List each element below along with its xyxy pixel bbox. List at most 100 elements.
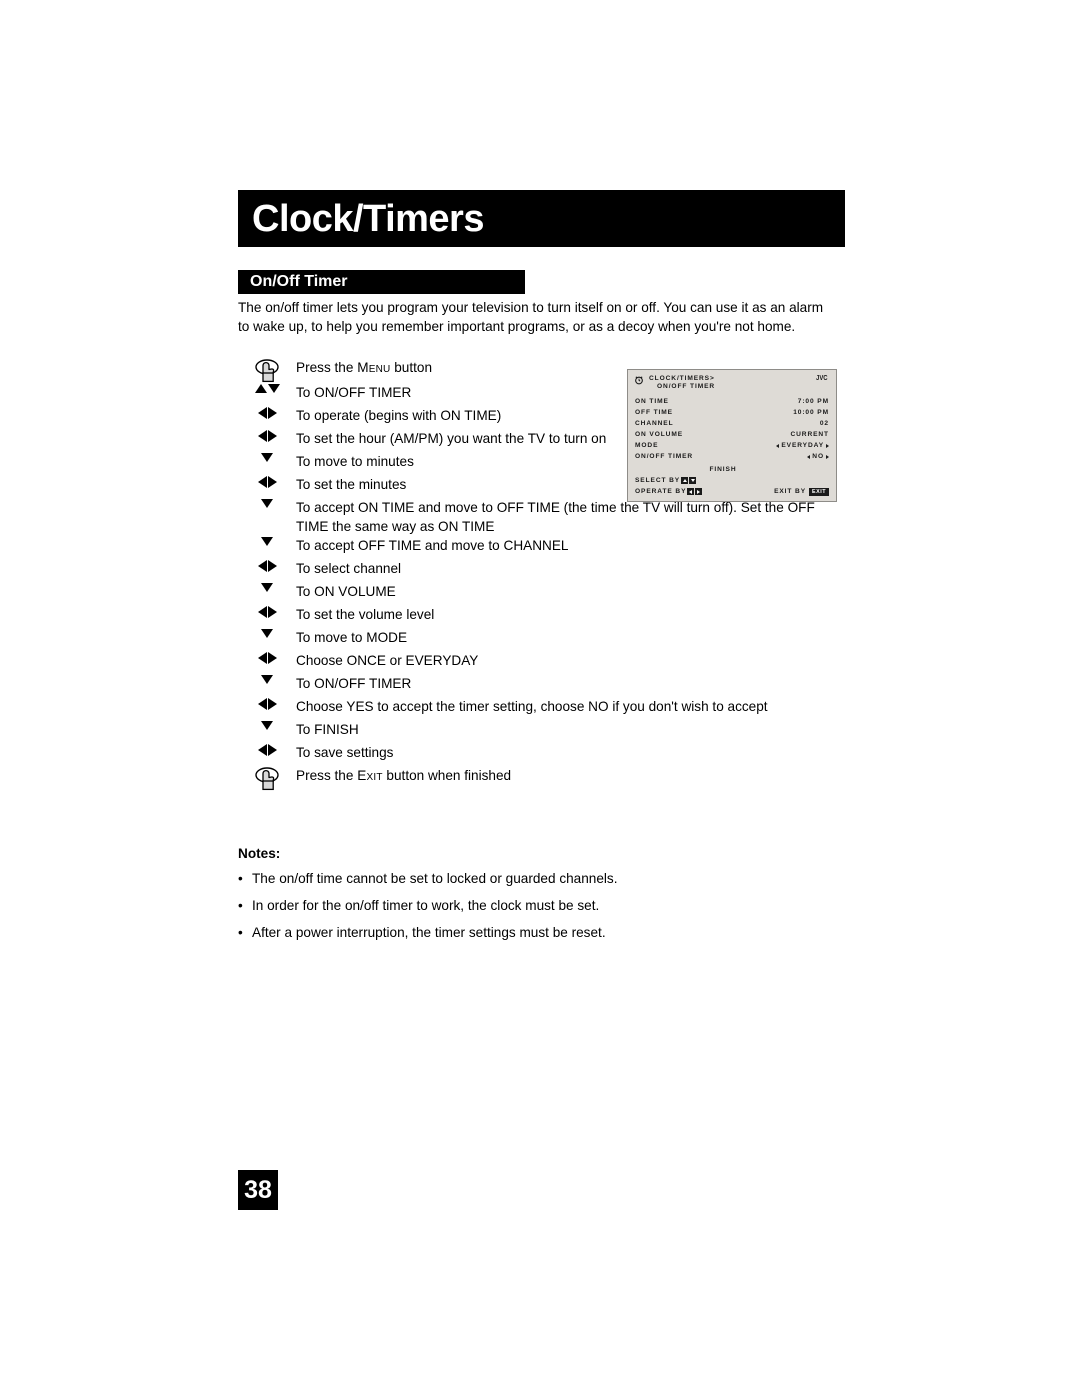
osd-row-value: 7:00 PM xyxy=(797,398,829,405)
note-text: After a power interruption, the timer se… xyxy=(252,925,606,940)
step-text: Press the Menu button xyxy=(296,360,433,375)
osd-row-label: ON VOLUME xyxy=(635,431,684,438)
step-item: Press the Exit button when finished xyxy=(238,766,838,791)
left-right-arrows-icon xyxy=(238,651,296,665)
exit-button-badge: EXIT xyxy=(809,487,829,496)
step-text: To move to minutes xyxy=(296,454,414,469)
step-text: To select channel xyxy=(296,561,402,577)
down-arrow-icon xyxy=(238,536,296,547)
osd-row-off-time[interactable]: OFF TIME 10:00 PM xyxy=(635,407,829,418)
down-arrow-icon xyxy=(238,582,296,593)
osd-row-on-off-timer[interactable]: ON/OFF TIMER NO xyxy=(635,451,829,462)
osd-row-value: 02 xyxy=(819,420,829,427)
section-header-bar: On/Off Timer xyxy=(238,270,525,294)
note-text: In order for the on/off timer to work, t… xyxy=(252,898,600,913)
down-arrow-icon xyxy=(238,452,296,462)
down-button-icon xyxy=(689,477,697,484)
step-text: To save settings xyxy=(296,745,394,761)
step-text: To ON/OFF TIMER xyxy=(296,676,412,692)
step-text: To set the volume level xyxy=(296,607,435,623)
bullet-icon: • xyxy=(238,871,243,886)
osd-operate-label: OPERATE BY xyxy=(635,488,687,495)
tv-osd-screenshot: CLOCK/TIMERS> ON/OFF TIMER JVC ON TIME 7… xyxy=(627,369,837,502)
down-arrow-icon xyxy=(238,720,296,731)
step-text: To set the hour (AM/PM) you want the TV … xyxy=(296,431,607,446)
step-text: To FINISH xyxy=(296,722,359,738)
right-arrow-icon xyxy=(826,454,829,459)
hand-press-icon xyxy=(238,766,296,791)
manual-page: Clock/Timers On/Off Timer The on/off tim… xyxy=(0,0,1080,1397)
chapter-title-banner: Clock/Timers xyxy=(238,190,845,247)
step-item: To ON VOLUME xyxy=(238,582,838,605)
left-right-arrows-icon xyxy=(238,743,296,757)
step-item: To move to MODE xyxy=(238,628,838,651)
step-item: To accept ON TIME and move to OFF TIME (… xyxy=(238,498,838,536)
step-item: Choose ONCE or EVERYDAY xyxy=(238,651,838,674)
step-item: To save settings xyxy=(238,743,838,766)
osd-row-label: OFF TIME xyxy=(635,409,673,416)
step-text: Press the Exit button when finished xyxy=(296,768,512,784)
osd-row-label: ON TIME xyxy=(635,398,669,405)
note-list-item: • The on/off time cannot be set to locke… xyxy=(238,870,838,888)
osd-footer: SELECT BY OPERATE BY EXIT BY EXIT xyxy=(628,473,836,497)
intro-paragraph: The on/off timer lets you program your t… xyxy=(238,300,824,334)
osd-row-on-time[interactable]: ON TIME 7:00 PM xyxy=(635,396,829,407)
notes-title: Notes: xyxy=(238,846,281,861)
step-text: To accept OFF TIME and move to CHANNEL xyxy=(296,538,569,554)
note-list-item: • In order for the on/off timer to work,… xyxy=(238,897,838,915)
left-right-arrows-icon xyxy=(238,475,296,488)
step-item: To set the volume level xyxy=(238,605,838,628)
jvc-logo: JVC xyxy=(816,375,828,382)
up-button-icon xyxy=(681,477,689,484)
osd-operate-hint: OPERATE BY EXIT BY EXIT xyxy=(635,486,829,497)
page-title: Clock/Timers xyxy=(252,197,484,240)
step-text: Choose YES to accept the timer setting, … xyxy=(296,699,768,715)
osd-header: CLOCK/TIMERS> ON/OFF TIMER JVC xyxy=(628,370,836,394)
step-text: To accept ON TIME and move to OFF TIME (… xyxy=(296,500,815,534)
step-text: Choose ONCE or EVERYDAY xyxy=(296,653,479,669)
osd-row-value: EVERYDAY xyxy=(776,442,829,449)
left-right-arrows-icon xyxy=(238,429,296,442)
notes-section: Notes: • The on/off time cannot be set t… xyxy=(238,846,838,942)
left-right-arrows-icon xyxy=(238,406,296,419)
osd-select-label: SELECT BY xyxy=(635,477,681,484)
step-text: To ON/OFF TIMER xyxy=(296,385,412,400)
left-right-arrows-icon xyxy=(238,605,296,619)
bullet-icon: • xyxy=(238,925,243,940)
osd-row-channel[interactable]: CHANNEL 02 xyxy=(635,418,829,429)
left-arrow-icon xyxy=(807,454,811,459)
down-arrow-icon xyxy=(238,674,296,685)
page-number-box: 38 xyxy=(238,1170,278,1210)
osd-row-value: 10:00 PM xyxy=(793,409,829,416)
left-arrow-icon xyxy=(776,443,780,448)
step-text: To operate (begins with ON TIME) xyxy=(296,408,502,423)
osd-select-hint: SELECT BY xyxy=(635,475,829,486)
section-title: On/Off Timer xyxy=(250,273,348,290)
note-text: The on/off time cannot be set to locked … xyxy=(252,871,618,886)
osd-row-label: CHANNEL xyxy=(635,420,674,427)
osd-row-label: ON/OFF TIMER xyxy=(635,453,694,460)
note-list-item: • After a power interruption, the timer … xyxy=(238,924,838,942)
osd-settings-rows: ON TIME 7:00 PM OFF TIME 10:00 PM CHANNE… xyxy=(628,396,836,462)
step-text: To set the minutes xyxy=(296,477,407,492)
osd-row-mode[interactable]: MODE EVERYDAY xyxy=(635,440,829,451)
down-arrow-icon xyxy=(238,498,296,508)
right-arrow-icon xyxy=(826,443,829,448)
alarm-clock-icon xyxy=(635,376,643,385)
osd-exit-label: EXIT BY xyxy=(774,488,807,495)
down-arrow-icon xyxy=(238,628,296,639)
page-number: 38 xyxy=(244,1175,272,1204)
step-item: Choose YES to accept the timer setting, … xyxy=(238,697,838,720)
bullet-icon: • xyxy=(238,898,243,913)
left-right-arrows-icon xyxy=(238,559,296,573)
right-button-icon xyxy=(695,488,703,495)
osd-submenu-title: ON/OFF TIMER xyxy=(657,383,716,390)
left-button-icon xyxy=(687,488,695,495)
osd-finish-label[interactable]: FINISH xyxy=(628,466,836,473)
osd-row-value: CURRENT xyxy=(790,431,829,438)
left-right-arrows-icon xyxy=(238,697,296,711)
osd-row-label: MODE xyxy=(635,442,659,449)
osd-row-value: NO xyxy=(807,453,829,460)
osd-row-on-volume[interactable]: ON VOLUME CURRENT xyxy=(635,429,829,440)
step-text: To move to MODE xyxy=(296,630,408,646)
